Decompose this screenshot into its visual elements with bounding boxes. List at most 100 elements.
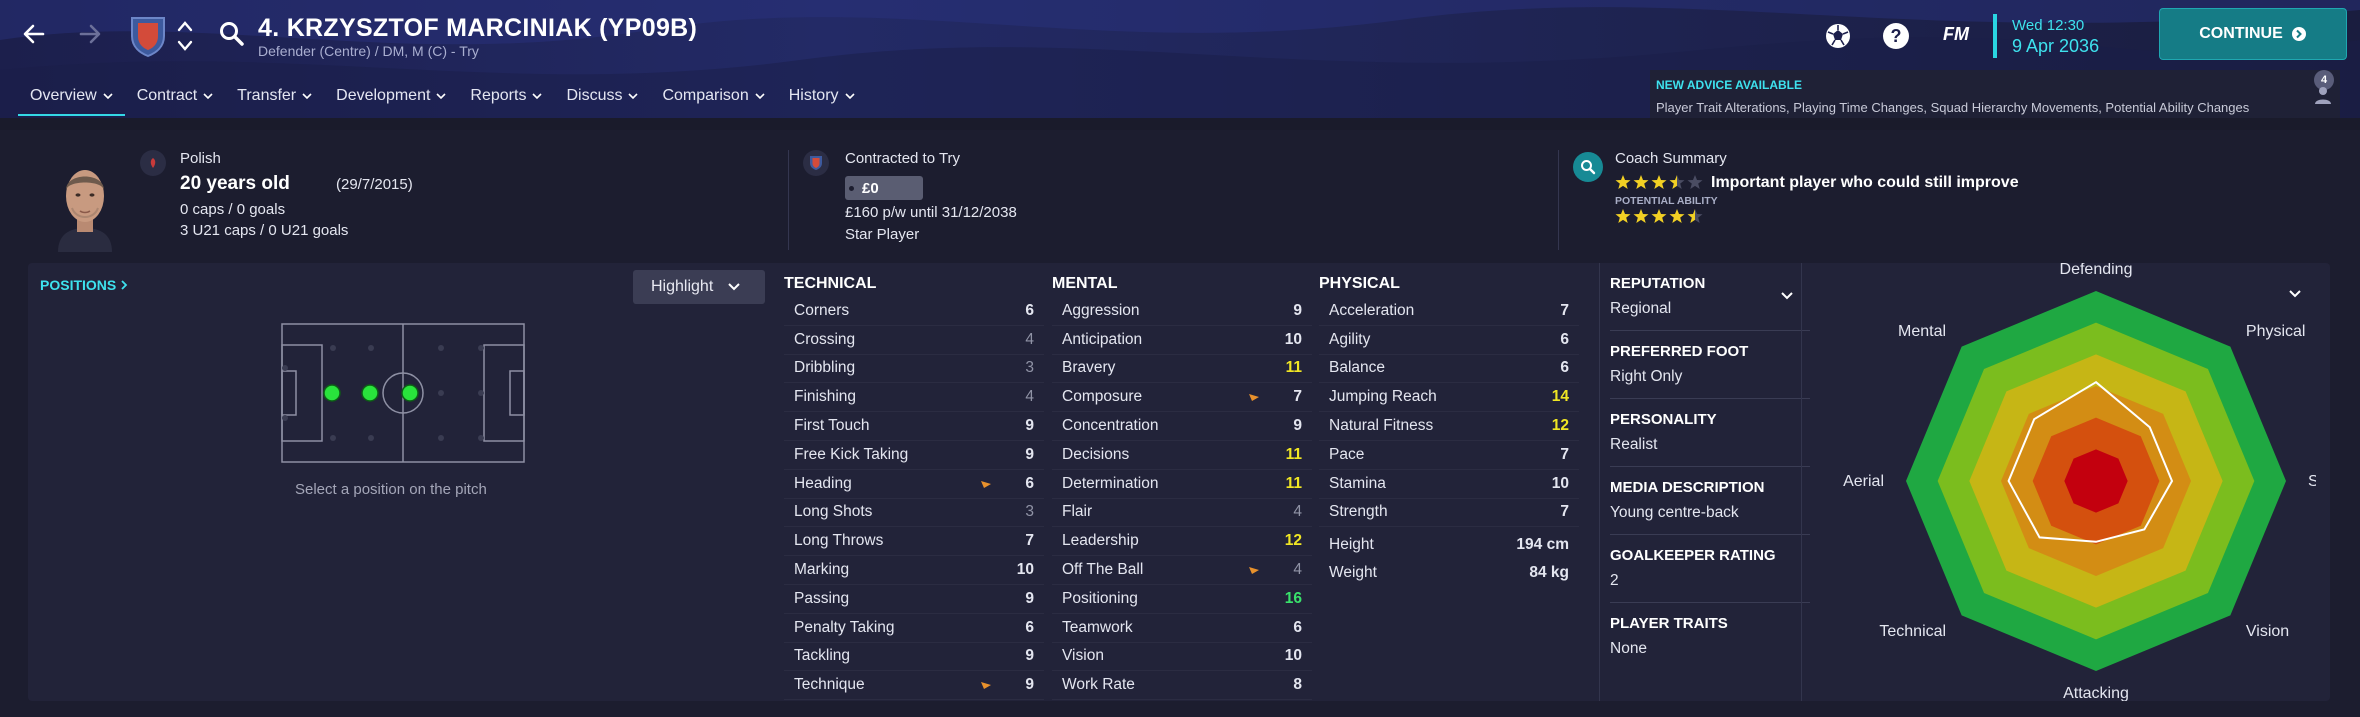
attribute-row[interactable]: Long Throws 7 (784, 527, 1044, 557)
attribute-row[interactable]: Corners 6 (784, 297, 1044, 326)
panel-divider (1599, 263, 1600, 701)
star-icon (1669, 209, 1685, 223)
squad-status: Star Player (845, 226, 920, 243)
attribute-row[interactable]: Agility 6 (1319, 326, 1579, 355)
date-full: 9 Apr 2036 (2012, 36, 2100, 56)
date-of-birth: (29/7/2015) (336, 176, 413, 193)
attribute-row[interactable]: Crossing 4 (784, 326, 1044, 355)
attribute-row[interactable]: Finishing 4 (784, 383, 1044, 413)
attribute-row[interactable]: Leadership 12 (1052, 527, 1312, 557)
highlight-label: Highlight (651, 278, 714, 295)
tab-reports[interactable]: Reports (458, 84, 554, 108)
attribute-name: Technique (794, 676, 865, 694)
tab-transfer[interactable]: Transfer (225, 84, 324, 108)
attribute-row[interactable]: Bravery 11 (1052, 355, 1312, 384)
attribute-name: Crossing (794, 330, 856, 348)
back-button[interactable] (14, 14, 54, 54)
attribute-row[interactable]: Off The Ball 4 (1052, 556, 1312, 585)
attribute-row[interactable]: Heading 6 (784, 470, 1044, 499)
attribute-name: Concentration (1062, 417, 1159, 435)
attribute-row[interactable]: Composure 7 (1052, 383, 1312, 413)
attribute-row[interactable]: Positioning 16 (1052, 585, 1312, 614)
attribute-row[interactable]: Concentration 9 (1052, 412, 1312, 441)
attribute-value: 7 (1560, 503, 1569, 521)
attribute-name: Heading (794, 474, 852, 492)
attribute-row[interactable]: Anticipation 10 (1052, 326, 1312, 355)
advice-banner[interactable]: NEW ADVICE AVAILABLE Player Trait Altera… (1650, 70, 2340, 118)
attribute-value: 10 (1284, 330, 1302, 348)
help-icon[interactable]: ? (1880, 20, 1912, 52)
attribute-row[interactable]: Penalty Taking 6 (784, 614, 1044, 643)
attribute-row[interactable]: Flair 4 (1052, 499, 1312, 528)
attribute-row[interactable]: Jumping Reach 14 (1319, 383, 1579, 413)
attribute-row[interactable]: Natural Fitness 12 (1319, 412, 1579, 441)
attribute-row[interactable]: Strength 7 (1319, 499, 1579, 528)
attribute-row[interactable]: Stamina 10 (1319, 470, 1579, 499)
attribute-row[interactable]: Pace 7 (1319, 441, 1579, 470)
attribute-name: Free Kick Taking (794, 445, 909, 463)
attribute-row[interactable]: Determination 11 (1052, 470, 1312, 499)
attribute-row[interactable]: Tackling 9 (784, 643, 1044, 672)
tab-discuss[interactable]: Discuss (554, 84, 650, 108)
info-heading: GOALKEEPER RATING (1610, 547, 1776, 564)
u21-caps: 3 U21 caps / 0 U21 goals (180, 222, 349, 239)
preferred-foot-block: PREFERRED FOOT Right Only (1610, 331, 1810, 399)
attribute-row[interactable]: Passing 9 (784, 585, 1044, 614)
info-value: Realist (1610, 436, 1658, 453)
positions-link[interactable]: POSITIONS (40, 277, 128, 293)
attribute-row[interactable]: Vision 10 (1052, 643, 1312, 672)
up-down-icon[interactable] (176, 18, 194, 54)
person-icon[interactable] (2312, 84, 2334, 106)
position-pitch[interactable] (281, 323, 525, 463)
chevron-down-icon (844, 93, 855, 100)
attribute-row[interactable]: Decisions 11 (1052, 441, 1312, 470)
player-traits-block: PLAYER TRAITS None (1610, 603, 1810, 671)
tab-history[interactable]: History (777, 84, 867, 108)
attribute-row[interactable]: Dribbling 3 (784, 355, 1044, 384)
highlight-dropdown[interactable]: Highlight (633, 270, 765, 304)
ball-icon[interactable] (1822, 20, 1854, 52)
attribute-row[interactable]: Balance 6 (1319, 355, 1579, 384)
attribute-value: 3 (1025, 503, 1034, 521)
value-tag[interactable]: £0 (845, 176, 923, 200)
attribute-row[interactable]: Work Rate 8 (1052, 671, 1312, 701)
attribute-value: 7 (1560, 445, 1569, 463)
info-heading: PREFERRED FOOT (1610, 343, 1749, 360)
tab-development[interactable]: Development (324, 84, 458, 108)
attribute-name: Positioning (1062, 589, 1138, 607)
attribute-row[interactable]: Acceleration 7 (1319, 297, 1579, 326)
attribute-row[interactable]: Aggression 9 (1052, 297, 1312, 326)
attribute-row[interactable]: First Touch 9 (784, 412, 1044, 441)
media-description-block: MEDIA DESCRIPTION Young centre-back (1610, 467, 1810, 535)
attribute-value: 9 (1293, 301, 1302, 319)
coach-search-icon[interactable] (1573, 152, 1603, 182)
attribute-value: 6 (1560, 359, 1569, 377)
height-label: Height (1329, 536, 1374, 553)
attribute-value: 4 (1025, 388, 1034, 406)
attribute-row[interactable]: Teamwork 6 (1052, 614, 1312, 643)
attribute-row[interactable]: Free Kick Taking 9 (784, 441, 1044, 470)
player-avatar[interactable] (50, 160, 120, 252)
tab-comparison[interactable]: Comparison (650, 84, 776, 108)
attribute-value: 9 (1293, 417, 1302, 435)
chevron-down-icon[interactable] (2288, 287, 2302, 301)
attribute-row[interactable]: Technique 9 (784, 671, 1044, 701)
chevron-down-icon[interactable] (1780, 289, 1794, 303)
forward-button[interactable] (70, 14, 110, 54)
tab-label: Discuss (566, 87, 623, 104)
attribute-value: 3 (1025, 359, 1034, 377)
tab-overview[interactable]: Overview (18, 84, 125, 116)
continue-button[interactable]: CONTINUE (2159, 8, 2347, 60)
panel-divider (1801, 263, 1802, 701)
tab-contract[interactable]: Contract (125, 84, 225, 108)
attribute-value: 6 (1560, 330, 1569, 348)
attribute-row[interactable]: Marking 10 (784, 556, 1044, 585)
search-icon[interactable] (218, 20, 246, 48)
attribute-name: Leadership (1062, 532, 1139, 550)
club-badge-icon[interactable] (128, 14, 168, 58)
attribute-row[interactable]: Long Shots 3 (784, 499, 1044, 528)
technical-attributes: Corners 6 Crossing 4 Dribbling 3 Finishing 4 Fir… (784, 297, 1044, 701)
chevron-down-icon (728, 283, 740, 291)
fm-logo[interactable]: FM (1943, 24, 1969, 45)
attribute-value: 10 (1284, 647, 1302, 665)
